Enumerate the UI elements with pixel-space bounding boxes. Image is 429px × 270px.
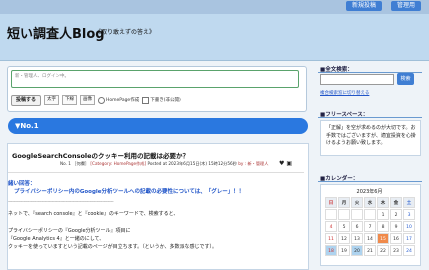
calendar-day[interactable]: 13 xyxy=(351,233,363,244)
calendar-day[interactable]: 10 xyxy=(403,221,415,232)
bookmark-icon[interactable]: ▣ xyxy=(286,160,292,167)
divider xyxy=(318,181,422,182)
divider xyxy=(318,117,422,118)
calendar-empty xyxy=(325,209,337,220)
entry-actions: ♥ ▣ xyxy=(279,160,292,167)
new-post-button[interactable]: 新規投稿 xyxy=(346,1,383,11)
calendar-day[interactable]: 12 xyxy=(338,233,350,244)
calendar-day[interactable]: 4 xyxy=(325,221,337,232)
calendar-day[interactable]: 3 xyxy=(403,209,415,220)
separator-line: ----------------------------------------… xyxy=(8,199,114,205)
top-bar: 新規投稿 管理用 xyxy=(0,0,429,14)
checkbox-icon xyxy=(142,96,150,104)
answer-heading: 緒い回答： xyxy=(8,181,36,187)
calendar-day[interactable]: 24 xyxy=(403,245,415,256)
paragraph: クッキーを使っていますという記載のページが目立ちます。（というか、多数派な感じで… xyxy=(8,244,218,250)
calendar-day[interactable]: 1 xyxy=(377,209,389,220)
calendar-day[interactable]: 15 xyxy=(377,233,389,244)
paragraph: 『Google Analytics 4』と一緒のにして、 xyxy=(8,236,105,242)
search-input[interactable] xyxy=(320,74,394,85)
post-input[interactable]: 新・管理人、ログイン中。 xyxy=(11,70,299,88)
composer-controls: 投稿する 太字 下線 画像 HomePage作成 下書き(非公開) xyxy=(11,94,181,106)
site-subtitle: 《取り敢えずの答え》 xyxy=(95,29,156,36)
calendar-empty xyxy=(338,209,350,220)
entry-divider xyxy=(8,172,304,175)
calendar-day[interactable]: 14 xyxy=(364,233,376,244)
freespace-text: 「正解」を空が求めるのが大切です。お手数ではございますが、適宜投資を心掛けるよう… xyxy=(326,125,416,146)
radio-icon xyxy=(98,96,106,104)
underline-button[interactable]: 下線 xyxy=(62,95,78,105)
calendar-day[interactable]: 20 xyxy=(351,245,363,256)
calendar-day[interactable]: 5 xyxy=(338,221,350,232)
weekday-header: 火 xyxy=(351,197,363,208)
calendar-day[interactable]: 22 xyxy=(377,245,389,256)
weekday-header: 日 xyxy=(325,197,337,208)
calendar-day[interactable]: 6 xyxy=(351,221,363,232)
calendar-day[interactable]: 2 xyxy=(390,209,402,220)
section-bar[interactable]: ▼No.1 xyxy=(8,118,308,134)
weekday-header: 木 xyxy=(377,197,389,208)
calendar-day[interactable]: 7 xyxy=(364,221,376,232)
calendar-day[interactable]: 23 xyxy=(390,245,402,256)
bold-button[interactable]: 太字 xyxy=(44,95,60,105)
paragraph: ネットで、『search console』と『cookie』のキーワードで、検索… xyxy=(8,211,179,217)
search-mode-link[interactable]: 複合検索窓に切り替える xyxy=(320,90,369,96)
weekday-header: 土 xyxy=(403,197,415,208)
entry-meta: No. 1 ［何欄］ [Category: HomePage作成] Posted… xyxy=(60,161,269,166)
calendar-day[interactable]: 11 xyxy=(325,233,337,244)
weekday-header: 水 xyxy=(364,197,376,208)
draft-checkbox[interactable]: 下書き(非公開) xyxy=(142,96,181,104)
admin-button[interactable]: 管理用 xyxy=(391,1,422,11)
category-radio[interactable]: HomePage作成 xyxy=(98,96,139,104)
submit-post-button[interactable]: 投稿する xyxy=(11,94,42,106)
answer-summary: プライバシーポリシー内のGoogle分析ツールへの記載の必要性については、「グレ… xyxy=(14,189,245,195)
heart-icon[interactable]: ♥ xyxy=(279,160,284,167)
calendar-day[interactable]: 8 xyxy=(377,221,389,232)
calendar-empty xyxy=(351,209,363,220)
calendar-day[interactable]: 16 xyxy=(390,233,402,244)
calendar-day[interactable]: 9 xyxy=(390,221,402,232)
calendar-empty xyxy=(364,209,376,220)
entry-title[interactable]: GoogleSearchConsoleのクッキー利用の記載は必要か？ xyxy=(12,150,189,160)
site-title[interactable]: 短い調査人Blog xyxy=(7,23,105,42)
image-button[interactable]: 画像 xyxy=(80,95,96,105)
calendar-day[interactable]: 18 xyxy=(325,245,337,256)
calendar-title: 2023年6月 xyxy=(356,189,383,195)
paragraph: プライバシーポリシーの『Google分析ツール』項目に xyxy=(8,228,131,234)
calendar-grid: 日月火水木金土 1 2 3 4 5 6 7 8 9 10 11 12 13 14 15 16 17 18 19 20 21… xyxy=(325,197,415,256)
calendar-day[interactable]: 17 xyxy=(403,233,415,244)
calendar-day[interactable]: 19 xyxy=(338,245,350,256)
weekday-header: 金 xyxy=(390,197,402,208)
search-button[interactable]: 検索 xyxy=(397,73,414,85)
weekday-header: 月 xyxy=(338,197,350,208)
calendar-day[interactable]: 21 xyxy=(364,245,376,256)
